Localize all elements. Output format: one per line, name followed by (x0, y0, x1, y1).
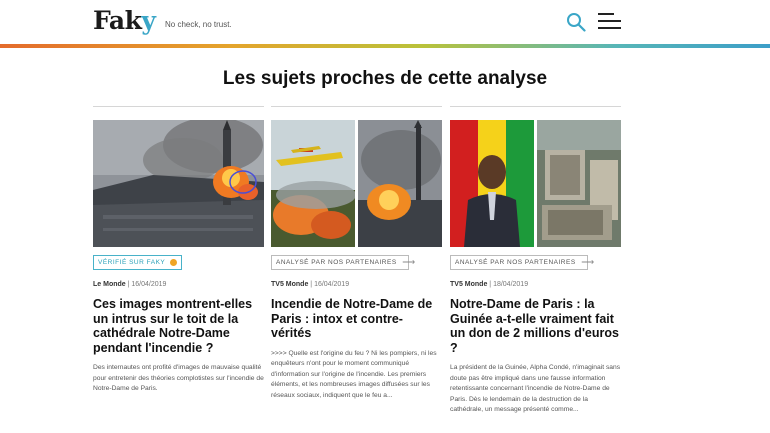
logo-accent: y (141, 6, 156, 35)
site-header: Faky No check, no trust. (0, 0, 770, 44)
partner-badge[interactable]: Analysé par nos partenaires ⟶ (271, 255, 415, 270)
badge-label: Vérifié sur Faky (98, 259, 166, 266)
article-headline[interactable]: Ces images montrent-elles un intrus sur … (93, 297, 264, 355)
article-source: Le Monde (93, 281, 126, 288)
article-card-1[interactable]: Vérifié sur Faky Le Monde | 16/04/2019 C… (93, 106, 264, 395)
article-meta: TV5 Monde | 18/04/2019 (450, 281, 529, 288)
arrow-right-icon: ⟶ (581, 257, 595, 267)
verified-badge[interactable]: Vérifié sur Faky (93, 255, 183, 270)
search-icon[interactable] (566, 12, 586, 32)
menu-line (598, 13, 614, 15)
card-divider (271, 106, 442, 107)
logo-text: Fak (93, 6, 142, 35)
article-card-3[interactable]: Analysé par nos partenaires ⟶ TV5 Monde |… (450, 106, 621, 416)
partner-badge[interactable]: Analysé par nos partenaires ⟶ (450, 255, 594, 270)
section-title: Les sujets proches de cette analyse (222, 68, 548, 89)
arrow-right-icon: ⟶ (402, 257, 416, 267)
gradient-bar (0, 44, 770, 48)
card-divider (93, 106, 264, 107)
article-date: 16/04/2019 (131, 281, 167, 288)
article-image[interactable] (93, 120, 264, 247)
tagline: No check, no trust. (165, 20, 232, 29)
article-image[interactable] (450, 120, 621, 247)
article-meta: Le Monde | 16/04/2019 (93, 281, 167, 288)
menu-line (598, 27, 621, 29)
article-image[interactable] (271, 120, 442, 247)
menu-line (598, 20, 621, 22)
article-source: TV5 Monde (450, 281, 488, 288)
badge-label: Analysé par nos partenaires (276, 259, 397, 266)
article-date: 16/04/2019 (314, 281, 350, 288)
article-source: TV5 Monde (271, 281, 309, 288)
article-date: 18/04/2019 (493, 281, 529, 288)
article-excerpt: >>>> Quelle est l'origine du feu ? Ni le… (271, 349, 437, 399)
notre-dame-fire-photo (93, 120, 264, 247)
article-meta: TV5 Monde | 16/04/2019 (271, 281, 350, 288)
firefighting-plane-photo (271, 120, 442, 247)
article-excerpt: La président de la Guinée, Alpha Condé, … (450, 364, 621, 413)
badge-label: Analysé par nos partenaires (455, 259, 576, 266)
article-excerpt: Des internautes ont profité d'images de … (93, 364, 264, 392)
status-dot-icon (170, 259, 178, 266)
faky-logo[interactable]: Faky (93, 6, 156, 35)
hamburger-menu-icon[interactable] (598, 13, 621, 31)
article-card-2[interactable]: Analysé par nos partenaires ⟶ TV5 Monde |… (271, 106, 442, 401)
guinea-president-photo (450, 120, 621, 247)
card-divider (450, 106, 621, 107)
article-headline[interactable]: Incendie de Notre-Dame de Paris : intox … (271, 297, 442, 341)
article-headline[interactable]: Notre-Dame de Paris : la Guinée a-t-elle… (450, 297, 621, 355)
